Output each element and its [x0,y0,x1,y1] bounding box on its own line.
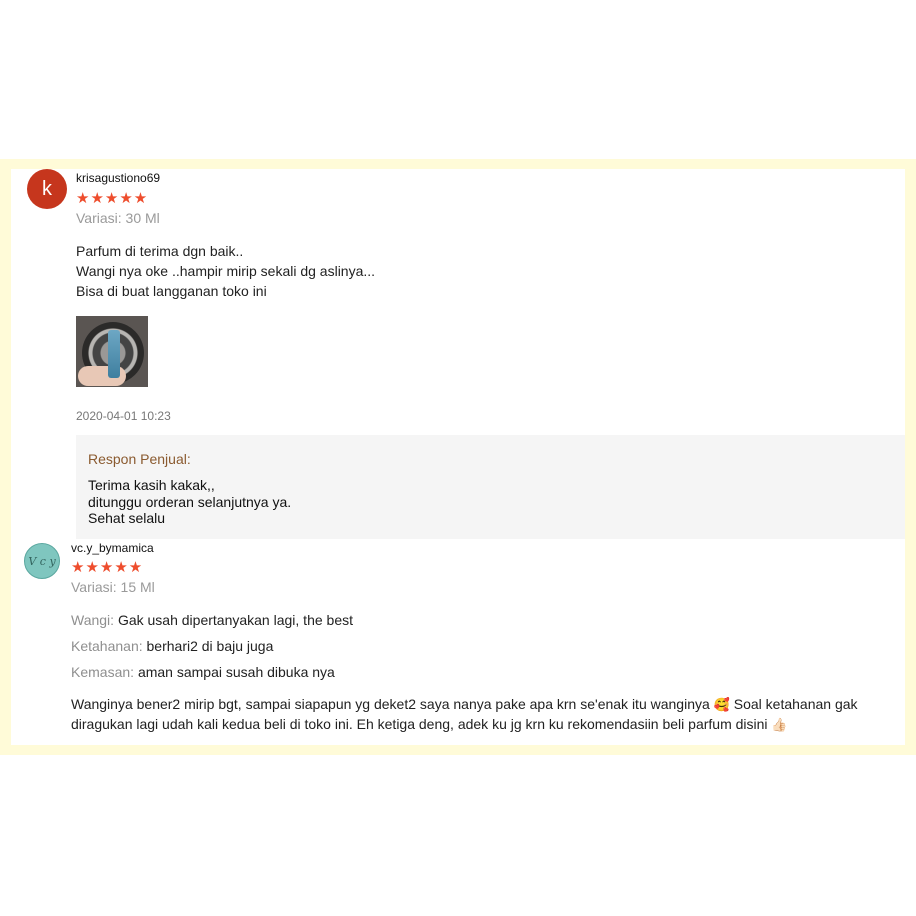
attribute-value: berhari2 di baju juga [146,638,274,654]
avatar[interactable]: k [27,169,67,209]
review-comment-text: Wanginya bener2 mirip bgt, sampai siapap… [71,696,710,712]
avatar-letter: k [42,177,52,200]
review-frame: k krisagustiono69 ★★★★★ Variasi: 30 Ml P… [0,159,916,755]
smiling-face-with-hearts-icon: 🥰 [713,698,730,713]
attribute-label: Wangi: [71,612,115,628]
review-comment-line: diragukan lagi udah kali kedua beli di t… [71,716,788,733]
seller-response-line: Terima kasih kakak,, [88,477,215,493]
attribute-label: Kemasan: [71,664,135,680]
seller-response: Respon Penjual: Terima kasih kakak,, dit… [76,435,905,539]
review-comment-line: Bisa di buat langganan toko ini [76,283,267,299]
rating-stars: ★★★★★ [71,559,144,576]
review-comment-line: Wanginya bener2 mirip bgt, sampai siapap… [71,696,858,713]
seller-response-title: Respon Penjual: [88,451,191,467]
reviewer-username[interactable]: vc.y_bymamica [71,541,154,555]
reviews-panel: k krisagustiono69 ★★★★★ Variasi: 30 Ml P… [11,169,905,745]
review-comment-text: diragukan lagi udah kali kedua beli di t… [71,716,768,732]
avatar[interactable]: V c y [24,543,60,579]
avatar-logo: V c y [28,554,56,568]
review-photo-thumbnail[interactable] [76,316,148,387]
review-comment-line: Wangi nya oke ..hampir mirip sekali dg a… [76,263,376,279]
variant-label: Variasi: 30 Ml [76,210,160,226]
seller-response-line: Sehat selalu [88,510,166,526]
attribute-kemasan: Kemasan: aman sampai susah dibuka nya [71,664,335,680]
review-date: 2020-04-01 10:23 [76,409,171,423]
attribute-value: aman sampai susah dibuka nya [137,664,335,680]
perfume-bottle-image [108,330,120,378]
seller-response-line: ditunggu orderan selanjutnya ya. [88,494,292,510]
attribute-wangi: Wangi: Gak usah dipertanyakan lagi, the … [71,612,353,628]
reviewer-username[interactable]: krisagustiono69 [76,171,160,185]
review-comment-line: Parfum di terima dgn baik.. [76,243,244,259]
thumbs-up-icon: 👍🏻 [771,718,788,733]
attribute-value: Gak usah dipertanyakan lagi, the best [117,612,353,628]
review-comment-text: Soal ketahanan gak [733,696,858,712]
attribute-label: Ketahanan: [71,638,143,654]
attribute-ketahanan: Ketahanan: berhari2 di baju juga [71,638,273,654]
rating-stars: ★★★★★ [76,190,149,207]
variant-label: Variasi: 15 Ml [71,579,155,595]
